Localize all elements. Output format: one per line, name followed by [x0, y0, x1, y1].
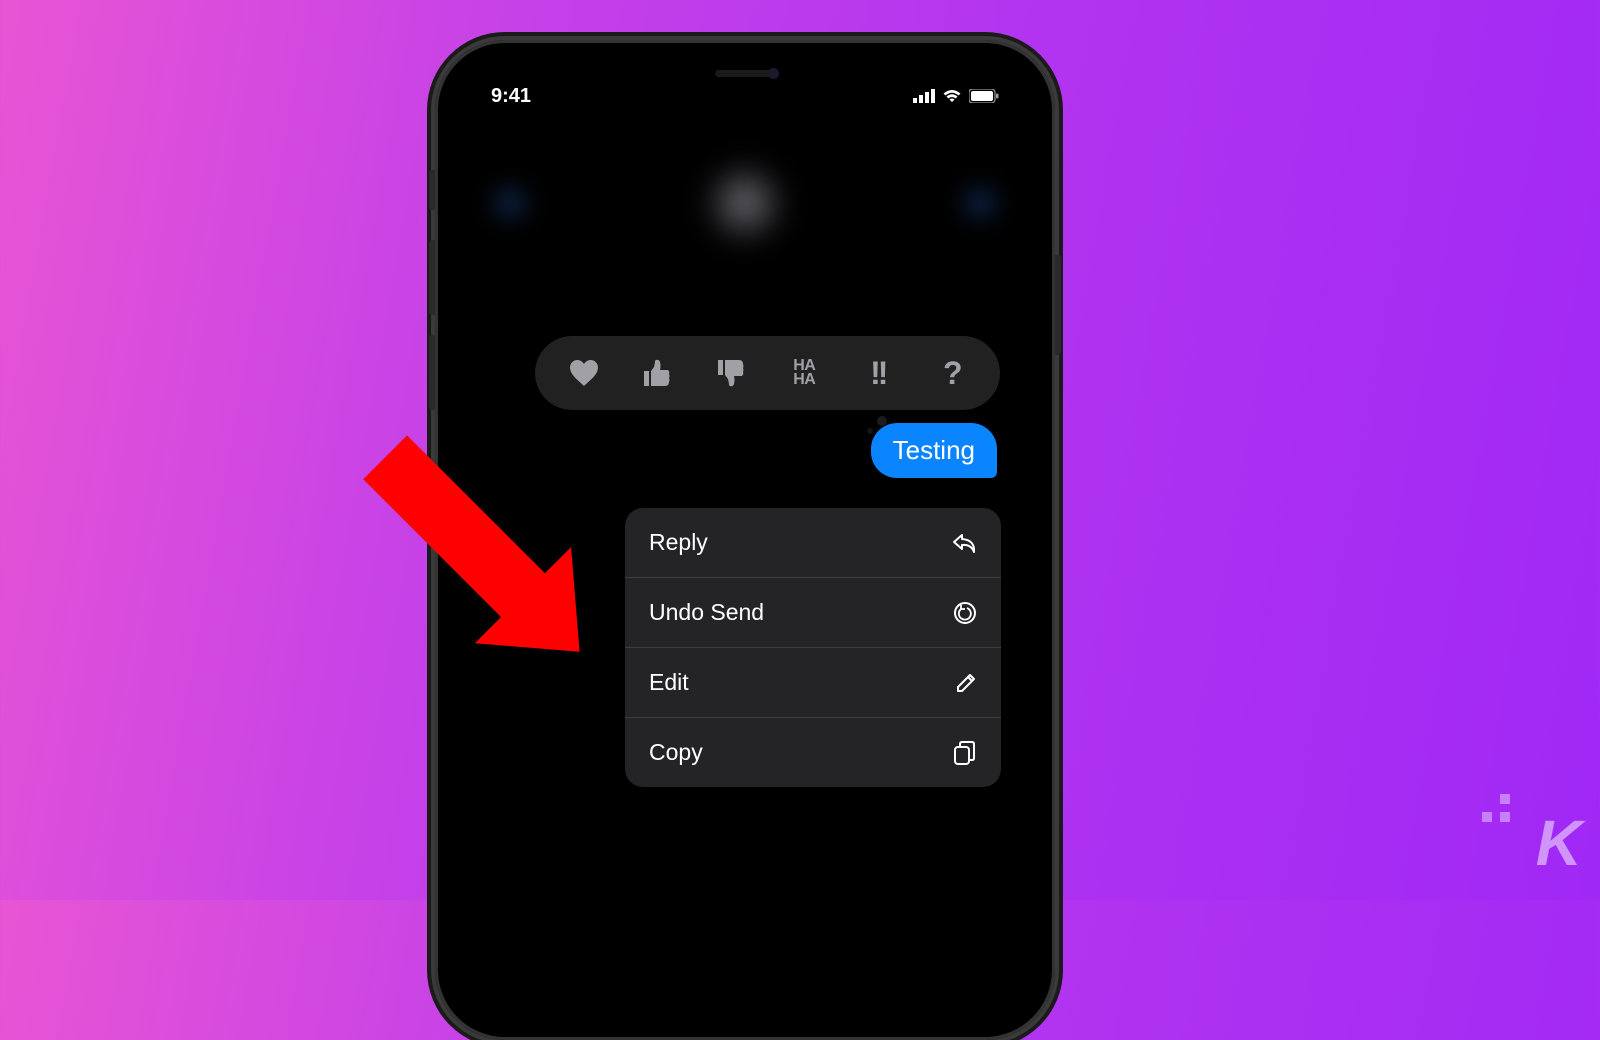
- tapback-exclaim[interactable]: !!: [848, 343, 908, 403]
- menu-reply-label: Reply: [649, 529, 708, 556]
- tapback-thumbs-up[interactable]: [627, 343, 687, 403]
- menu-copy-label: Copy: [649, 739, 703, 766]
- phone-screen: 9:41: [455, 58, 1035, 1020]
- video-button-blurred: [955, 178, 1005, 228]
- tapback-bar: HAHA !! ?: [535, 336, 1000, 410]
- silent-switch: [429, 170, 435, 210]
- battery-icon: [969, 89, 999, 103]
- tapback-heart[interactable]: [554, 343, 614, 403]
- status-icons: [913, 89, 999, 103]
- watermark-dots: [1482, 794, 1510, 822]
- phone-frame: 9:41: [435, 40, 1055, 1040]
- message-text: Testing: [893, 435, 975, 465]
- context-menu: Reply Undo Send Edit Copy: [625, 508, 1001, 787]
- message-bubble[interactable]: Testing: [871, 423, 997, 478]
- menu-edit[interactable]: Edit: [625, 648, 1001, 718]
- menu-undo-send-label: Undo Send: [649, 599, 764, 626]
- status-time: 9:41: [491, 85, 531, 108]
- menu-undo-send[interactable]: Undo Send: [625, 578, 1001, 648]
- tapback-haha[interactable]: HAHA: [774, 343, 834, 403]
- volume-up-button: [429, 240, 435, 315]
- watermark-logo: K: [1536, 806, 1580, 880]
- haha-text-2: HA: [793, 373, 815, 387]
- contact-avatar-blurred: [700, 158, 790, 248]
- reply-icon: [951, 532, 977, 554]
- notch: [640, 58, 850, 92]
- back-button-blurred: [485, 178, 535, 228]
- volume-down-button: [429, 335, 435, 410]
- menu-copy[interactable]: Copy: [625, 718, 1001, 787]
- tapback-tail-dot-small: [867, 428, 873, 434]
- power-button: [1055, 255, 1061, 355]
- menu-edit-label: Edit: [649, 669, 689, 696]
- wifi-icon: [942, 89, 962, 103]
- edit-icon: [955, 672, 977, 694]
- cellular-icon: [913, 89, 935, 103]
- undo-icon: [953, 601, 977, 625]
- menu-reply[interactable]: Reply: [625, 508, 1001, 578]
- copy-icon: [953, 740, 977, 766]
- tapback-question[interactable]: ?: [921, 343, 981, 403]
- tapback-thumbs-down[interactable]: [701, 343, 761, 403]
